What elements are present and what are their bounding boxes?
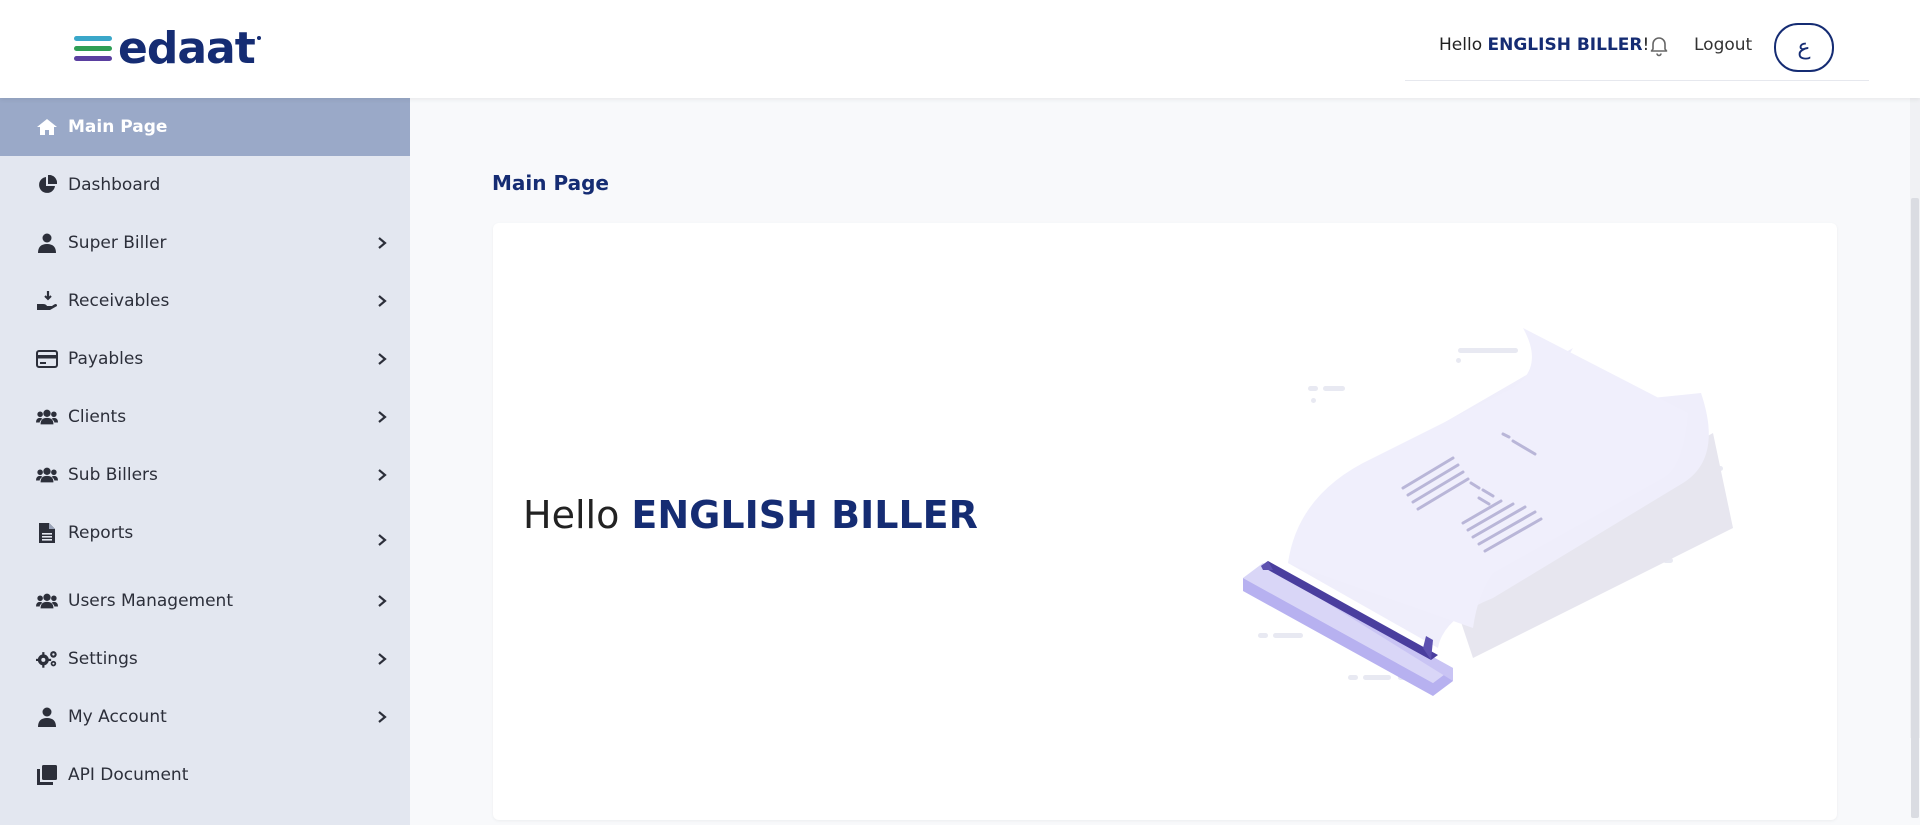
- sidebar-item-users-management[interactable]: Users Management: [0, 572, 410, 630]
- logout-link[interactable]: Logout: [1694, 35, 1752, 55]
- user-icon: [36, 706, 58, 728]
- chevron-right-icon: [376, 653, 388, 665]
- hand-coin-icon: [36, 290, 58, 312]
- gears-icon: [36, 648, 58, 670]
- sidebar-item-label: API Document: [68, 765, 189, 785]
- sidebar-item-my-account[interactable]: My Account: [0, 688, 410, 746]
- chevron-right-icon: [376, 411, 388, 423]
- scrollbar-thumb[interactable]: [1911, 198, 1919, 818]
- chevron-right-icon: [376, 469, 388, 481]
- sidebar-item-label: Sub Billers: [68, 465, 158, 485]
- sidebar-item-label: Settings: [68, 649, 138, 669]
- chevron-right-icon: [376, 711, 388, 723]
- sidebar-item-sub-billers[interactable]: Sub Billers: [0, 446, 410, 504]
- chevron-right-icon: [376, 353, 388, 365]
- sidebar-item-payables[interactable]: Payables: [0, 330, 410, 388]
- greeting-user-name: ENGLISH BILLER: [1487, 35, 1643, 55]
- sidebar-item-receivables[interactable]: Receivables: [0, 272, 410, 330]
- sidebar-item-clients[interactable]: Clients: [0, 388, 410, 446]
- sidebar-item-label: Main Page: [68, 117, 168, 137]
- sidebar-item-label: Reports: [68, 523, 134, 543]
- edaat-logo[interactable]: edaat: [74, 23, 261, 74]
- sidebar-item-reports[interactable]: Reports: [0, 504, 410, 562]
- top-header: edaat Hello ENGLISH BILLER! Logout ع: [0, 0, 1920, 98]
- sidebar-item-label: Dashboard: [68, 175, 161, 195]
- header-user-area: Hello ENGLISH BILLER! Logout ع: [1405, 0, 1869, 81]
- welcome-prefix: Hello: [523, 493, 620, 537]
- users-icon: [36, 464, 58, 486]
- sidebar-item-label: Receivables: [68, 291, 170, 311]
- home-icon: [36, 116, 58, 138]
- sidebar-item-label: Clients: [68, 407, 127, 427]
- chevron-right-icon: [376, 595, 388, 607]
- sidebar-item-label: Payables: [68, 349, 144, 369]
- sidebar-item-label: Users Management: [68, 591, 233, 611]
- page-title: Main Page: [492, 171, 609, 195]
- receipt-printer-illustration: [1243, 318, 1763, 718]
- file-icon: [36, 522, 58, 544]
- chevron-right-icon: [376, 534, 388, 546]
- sidebar-item-api-document[interactable]: API Document: [0, 746, 410, 804]
- sidebar-item-main-page[interactable]: Main Page: [0, 98, 410, 156]
- sidebar-item-label: My Account: [68, 707, 167, 727]
- welcome-user-name: ENGLISH BILLER: [631, 493, 978, 537]
- sidebar-item-dashboard[interactable]: Dashboard: [0, 156, 410, 214]
- sidebar-item-label: Super Biller: [68, 233, 167, 253]
- header-greeting: Hello ENGLISH BILLER!: [1439, 35, 1649, 55]
- logo-mark: [74, 34, 114, 64]
- page-scrollbar[interactable]: [1910, 98, 1920, 818]
- users-icon: [36, 406, 58, 428]
- credit-card-icon: [36, 348, 58, 370]
- users-icon: [36, 590, 58, 612]
- bell-icon[interactable]: [1647, 33, 1671, 57]
- language-toggle-button[interactable]: ع: [1774, 23, 1834, 72]
- copy-icon: [36, 764, 58, 786]
- sidebar-item-settings[interactable]: Settings: [0, 630, 410, 688]
- logo-dot: [256, 36, 261, 40]
- user-icon: [36, 232, 58, 254]
- chevron-right-icon: [376, 237, 388, 249]
- logo-text: edaat: [118, 23, 256, 74]
- greeting-prefix: Hello: [1439, 35, 1483, 55]
- pie-chart-icon: [36, 174, 58, 196]
- welcome-card: Hello ENGLISH BILLER: [493, 223, 1837, 820]
- sidebar-nav: Main Page Dashboard Super Biller Receiva…: [0, 98, 410, 825]
- welcome-heading: Hello ENGLISH BILLER: [523, 493, 978, 537]
- sidebar-item-super-biller[interactable]: Super Biller: [0, 214, 410, 272]
- chevron-right-icon: [376, 295, 388, 307]
